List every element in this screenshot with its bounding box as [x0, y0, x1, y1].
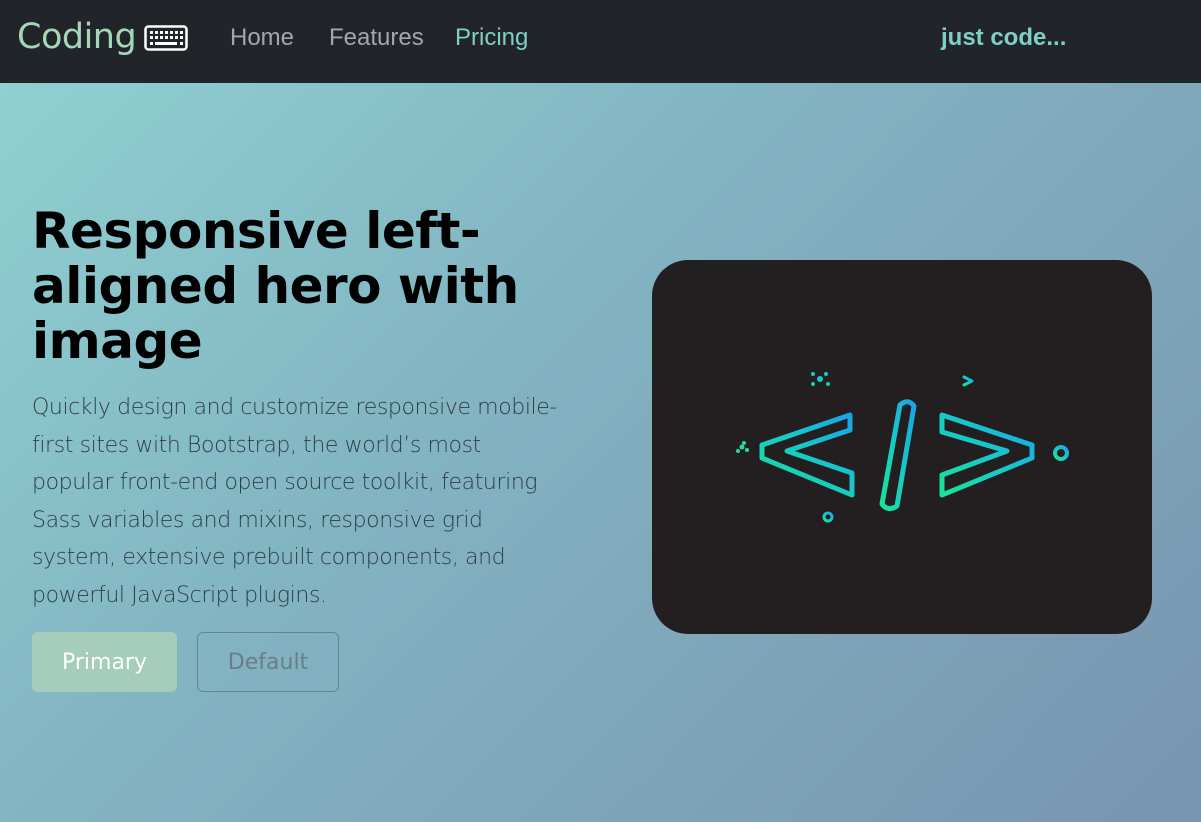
nav-link-features[interactable]: Features	[329, 24, 424, 52]
brand-link[interactable]: Coding	[17, 14, 188, 60]
nav-link-pricing[interactable]: Pricing	[455, 24, 528, 52]
primary-button[interactable]: Primary	[32, 632, 177, 692]
default-button[interactable]: Default	[197, 632, 339, 692]
hero-description: Quickly design and customize responsive …	[32, 395, 557, 608]
navbar-tagline: just code...	[941, 24, 1067, 51]
navbar: Coding Home Features Pricing just code..…	[0, 0, 1201, 83]
hero-section: Responsive left-aligned hero with image …	[0, 83, 1201, 822]
code-tag-icon	[736, 372, 1069, 523]
keyboard-icon	[144, 20, 188, 60]
nav-link-home[interactable]: Home	[230, 24, 294, 52]
hero-title: Responsive left-aligned hero with image	[32, 202, 519, 370]
brand-name: Coding	[17, 17, 137, 57]
hero-image	[652, 260, 1152, 634]
